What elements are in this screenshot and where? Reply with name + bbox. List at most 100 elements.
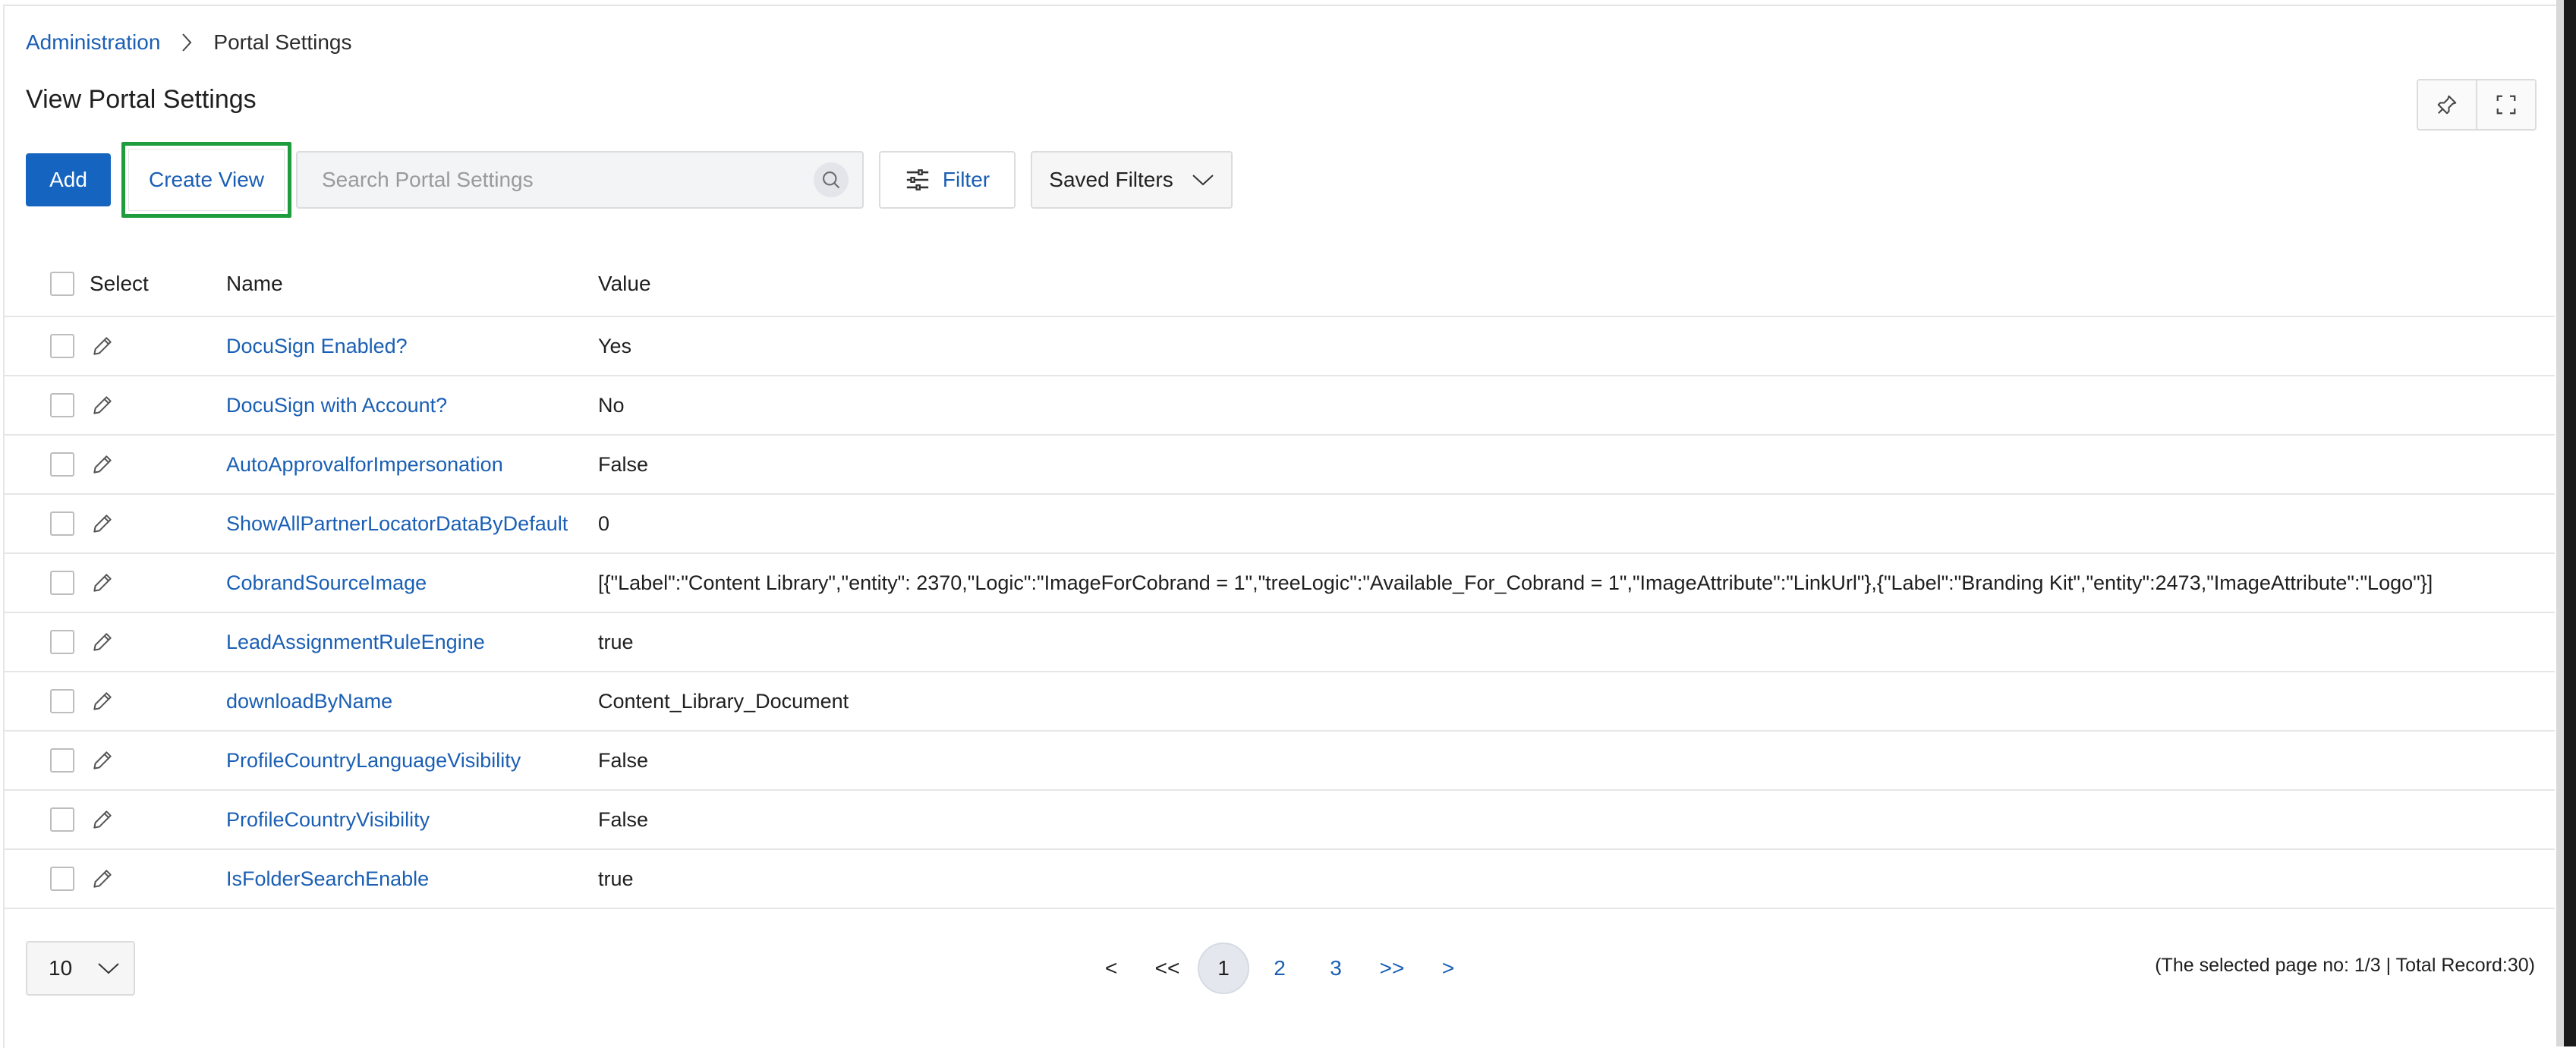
setting-value: [{"Label":"Content Library","entity": 23…: [598, 571, 2433, 594]
row-checkbox[interactable]: [50, 571, 74, 595]
setting-name-link[interactable]: DocuSign Enabled?: [226, 335, 598, 358]
setting-name-link[interactable]: AutoApprovalforImpersonation: [226, 453, 598, 477]
row-checkbox[interactable]: [50, 807, 74, 832]
setting-name-link[interactable]: CobrandSourceImage: [226, 571, 598, 595]
breadcrumb-current: Portal Settings: [213, 30, 352, 54]
header-name[interactable]: Name: [226, 272, 598, 296]
page-info: (The selected page no: 1/3 | Total Recor…: [2155, 955, 2535, 976]
row-select-cell: [5, 688, 226, 714]
setting-name-link[interactable]: LeadAssignmentRuleEngine: [226, 631, 598, 654]
setting-name-link[interactable]: IsFolderSearchEnable: [226, 867, 598, 891]
table-row: CobrandSourceImage [{"Label":"Content Lib…: [5, 554, 2555, 613]
row-checkbox[interactable]: [50, 452, 74, 477]
row-select-cell: [5, 392, 226, 418]
pencil-icon[interactable]: [90, 629, 115, 655]
select-all-checkbox[interactable]: [50, 272, 74, 296]
window-edge: [2556, 0, 2576, 1046]
table-row: IsFolderSearchEnable true: [5, 850, 2555, 909]
row-select-cell: [5, 570, 226, 596]
row-select-cell: [5, 333, 226, 359]
setting-value: False: [598, 452, 649, 476]
pencil-icon[interactable]: [90, 452, 115, 477]
setting-value: False: [598, 807, 649, 831]
pencil-icon[interactable]: [90, 511, 115, 537]
table-row: downloadByName Content_Library_Document: [5, 672, 2555, 732]
pin-icon: [2437, 95, 2457, 115]
pencil-icon[interactable]: [90, 333, 115, 359]
table-row: DocuSign Enabled? Yes: [5, 317, 2555, 376]
setting-name-link[interactable]: DocuSign with Account?: [226, 394, 598, 417]
pin-button[interactable]: [2418, 80, 2476, 129]
next-page-button[interactable]: >: [1422, 943, 1474, 994]
setting-name-link[interactable]: ProfileCountryVisibility: [226, 808, 598, 832]
view-tools: [2417, 79, 2537, 131]
pagination: < << 1 2 3 >> >: [1085, 943, 1474, 994]
setting-value: true: [598, 867, 634, 890]
prev-page-button[interactable]: <: [1085, 943, 1137, 994]
toolbar: Add Create View Filter Saved Filters: [26, 142, 1233, 218]
page-size-select[interactable]: 10: [26, 941, 135, 996]
breadcrumb-administration[interactable]: Administration: [26, 30, 160, 55]
page-3-button[interactable]: 3: [1310, 943, 1362, 994]
row-checkbox[interactable]: [50, 511, 74, 536]
row-checkbox[interactable]: [50, 867, 74, 891]
row-checkbox[interactable]: [50, 334, 74, 358]
create-view-highlight: Create View: [121, 142, 291, 218]
page-title: View Portal Settings: [26, 85, 257, 114]
setting-name-link[interactable]: downloadByName: [226, 690, 598, 713]
row-checkbox[interactable]: [50, 748, 74, 773]
row-select-cell: [5, 866, 226, 892]
row-select-cell: [5, 747, 226, 773]
row-select-cell: [5, 452, 226, 477]
page-size-value: 10: [49, 956, 73, 980]
search-icon[interactable]: [814, 162, 849, 197]
pencil-icon[interactable]: [90, 392, 115, 418]
filter-label: Filter: [942, 168, 990, 191]
pencil-icon[interactable]: [90, 866, 115, 892]
sliders-icon: [906, 169, 929, 190]
table-row: ShowAllPartnerLocatorDataByDefault 0: [5, 495, 2555, 554]
header-value[interactable]: Value: [598, 272, 2555, 296]
row-select-cell: [5, 629, 226, 655]
table-row: ProfileCountryVisibility False: [5, 791, 2555, 850]
pencil-icon[interactable]: [90, 807, 115, 832]
pencil-icon[interactable]: [90, 747, 115, 773]
pencil-icon[interactable]: [90, 688, 115, 714]
row-checkbox[interactable]: [50, 393, 74, 417]
chevron-down-icon: [1192, 175, 1214, 186]
search-input[interactable]: [320, 167, 814, 193]
setting-value: False: [598, 748, 649, 772]
setting-name-link[interactable]: ProfileCountryLanguageVisibility: [226, 749, 598, 773]
add-button[interactable]: Add: [26, 153, 111, 206]
fullscreen-button[interactable]: [2476, 80, 2535, 129]
last-page-button[interactable]: >>: [1366, 943, 1418, 994]
page-1-button[interactable]: 1: [1198, 943, 1249, 994]
search-box: [296, 151, 864, 209]
chevron-down-icon: [98, 963, 119, 974]
row-checkbox[interactable]: [50, 630, 74, 654]
pencil-icon[interactable]: [90, 570, 115, 596]
row-checkbox[interactable]: [50, 689, 74, 713]
breadcrumb: Administration Portal Settings: [26, 27, 352, 58]
page-2-button[interactable]: 2: [1254, 943, 1305, 994]
setting-value: true: [598, 630, 634, 653]
fullscreen-icon: [2496, 95, 2516, 115]
header-select: Select: [90, 272, 149, 295]
setting-value: Content_Library_Document: [598, 689, 849, 713]
row-select-cell: [5, 511, 226, 537]
saved-filters-dropdown[interactable]: Saved Filters: [1031, 151, 1233, 209]
create-view-button[interactable]: Create View: [128, 149, 285, 211]
settings-table: Select Name Value DocuSign Enabled? Yes Do…: [5, 252, 2555, 909]
table-row: LeadAssignmentRuleEngine true: [5, 613, 2555, 672]
table-row: DocuSign with Account? No: [5, 376, 2555, 436]
first-page-button[interactable]: <<: [1142, 943, 1193, 994]
table-row: ProfileCountryLanguageVisibility False: [5, 732, 2555, 791]
chevron-right-icon: [181, 33, 192, 52]
window-edge-dark: [2564, 0, 2576, 1046]
setting-name-link[interactable]: ShowAllPartnerLocatorDataByDefault: [226, 512, 598, 536]
setting-value: Yes: [598, 334, 632, 357]
filter-button[interactable]: Filter: [879, 151, 1016, 209]
table-row: AutoApprovalforImpersonation False: [5, 436, 2555, 495]
table-header: Select Name Value: [5, 252, 2555, 317]
saved-filters-label: Saved Filters: [1049, 168, 1173, 191]
